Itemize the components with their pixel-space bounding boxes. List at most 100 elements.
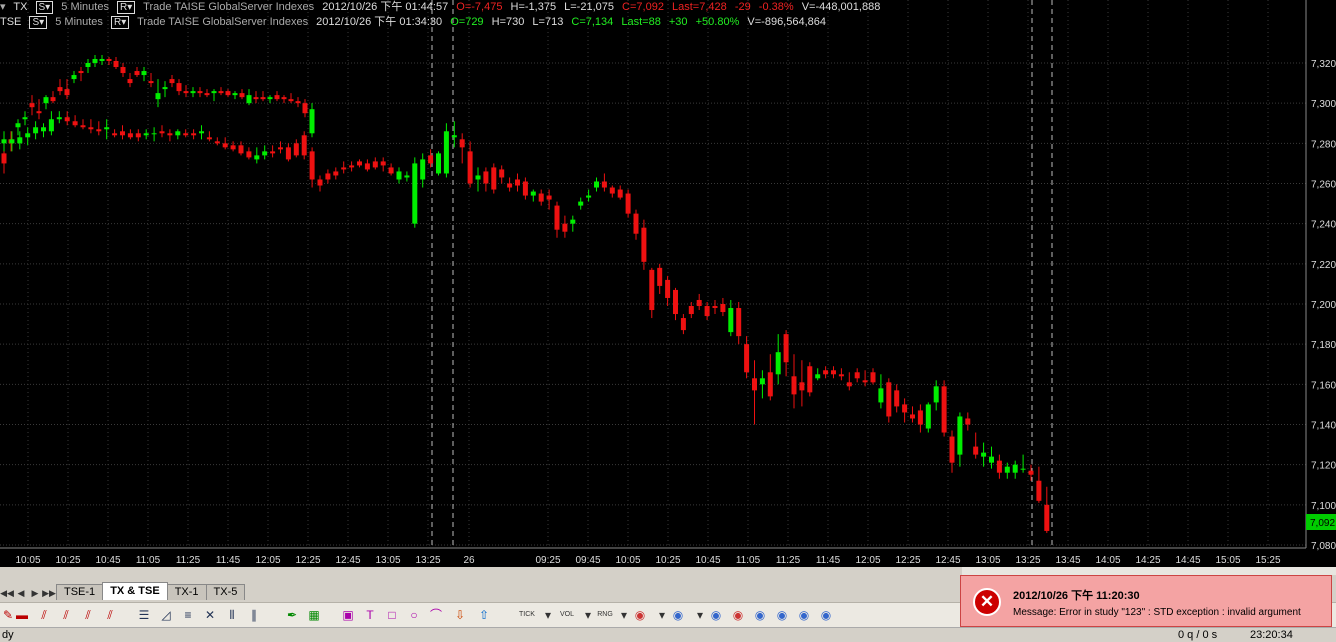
price-chart[interactable]: 7,320 7,300 7,280 7,260 7,240 7,220 7,200 7,180… — [0, 0, 1336, 567]
price-tag: 7,092 — [1306, 514, 1336, 530]
channel-line-icon[interactable]: ⫽ — [36, 607, 52, 623]
ray-lines-icon[interactable]: ⫽ — [102, 607, 118, 623]
y-tick-label: 7,120 — [1311, 461, 1336, 472]
tx-r-button[interactable]: R▾ — [117, 1, 136, 14]
tx-candle — [85, 58, 91, 74]
tx-candle — [162, 81, 168, 98]
tab-tx-and-tse[interactable]: TX & TSE — [102, 582, 168, 600]
tx-candle — [246, 89, 252, 106]
tx-candle — [106, 56, 112, 66]
tse-candle — [1044, 486, 1050, 533]
tx-candle — [302, 99, 308, 118]
chevron-down-icon[interactable]: ▾ — [654, 607, 670, 623]
speed-lines-icon[interactable]: ≡ — [180, 607, 196, 623]
tse-change-pct: +50.80% — [695, 16, 740, 28]
tse-candle — [380, 157, 386, 172]
tab-tx-1[interactable]: TX-1 — [166, 584, 207, 600]
parallel-lines-icon[interactable]: ⫽ — [58, 607, 74, 623]
fan-lines-icon[interactable]: ⫽ — [80, 607, 96, 623]
tse-candle — [609, 185, 615, 198]
text-box-icon[interactable]: ▣ — [340, 607, 356, 623]
chevron-down-icon[interactable]: ▾ — [692, 607, 708, 623]
tx-change-pct: -0.38% — [758, 1, 794, 13]
candle-body — [609, 187, 615, 194]
x-tick-label: 12:25 — [295, 555, 320, 566]
tx-candle — [71, 71, 77, 84]
up-arrow-icon[interactable]: ⇧ — [476, 607, 492, 623]
strategy-icon[interactable]: ◉ — [752, 607, 768, 623]
trend-pen-icon[interactable]: ✒ — [284, 607, 300, 623]
candle-body — [483, 171, 489, 184]
fibonacci-icon[interactable]: ☰ — [136, 607, 152, 623]
y-tick-label: 7,100 — [1311, 501, 1336, 512]
tick-chart-icon[interactable]: TICK — [512, 606, 542, 624]
grid-icon[interactable]: ▦ — [306, 607, 322, 623]
rectangle-icon[interactable]: □ — [384, 607, 400, 623]
x-tick-label: 14:25 — [1135, 555, 1160, 566]
study-icon[interactable]: ◉ — [796, 607, 812, 623]
status-text: dy — [2, 629, 14, 641]
gann-fan-icon[interactable]: ◿ — [158, 607, 174, 623]
data-window-icon[interactable]: ◉ — [708, 607, 724, 623]
globe-icon[interactable]: ◉ — [632, 607, 648, 623]
cycle-lines-icon[interactable]: ⦀ — [224, 607, 240, 623]
zoom-in-icon[interactable]: ◉ — [670, 607, 686, 623]
tse-candle — [420, 153, 426, 188]
tse-r-button[interactable]: R▾ — [111, 16, 130, 29]
x-tick-label: 09:45 — [575, 555, 600, 566]
ellipse-icon[interactable]: ○ — [406, 607, 422, 623]
candle-body — [862, 380, 868, 383]
x-axis: 10:05 10:25 10:45 11:05 11:25 11:45 12:05 12:25… — [0, 547, 1306, 566]
indicator-icon[interactable]: ◉ — [774, 607, 790, 623]
x-tick-label: 26 — [463, 555, 475, 566]
arc-icon[interactable]: ⌒ — [428, 607, 444, 623]
candle-body — [325, 173, 331, 180]
tse-candle — [404, 171, 410, 182]
tse-candle — [341, 161, 347, 174]
tse-candle — [759, 370, 765, 399]
candle-body — [530, 191, 536, 196]
text-icon[interactable]: T — [362, 607, 378, 623]
candle-body — [29, 103, 35, 108]
tse-candle — [823, 366, 829, 379]
tse-candle — [767, 354, 773, 401]
tx-s-button[interactable]: S▾ — [35, 1, 54, 14]
cross-lines-icon[interactable]: ✕ — [202, 607, 218, 623]
collapse-icon[interactable]: ▾ — [0, 1, 6, 13]
tab-tx-5[interactable]: TX-5 — [205, 584, 246, 600]
tse-candle — [151, 127, 157, 142]
candle-body — [64, 117, 70, 122]
tse-change: +30 — [668, 16, 688, 28]
tse-candle — [704, 301, 710, 321]
next-tab-button[interactable]: ▶ — [28, 586, 42, 600]
y-tick-label: 7,240 — [1311, 220, 1336, 231]
tse-candle — [270, 145, 276, 158]
down-arrow-icon[interactable]: ⇩ — [452, 607, 468, 623]
tse-candle — [846, 372, 852, 391]
tse-s-button[interactable]: S▾ — [29, 16, 48, 29]
alert-icon[interactable]: ◉ — [730, 607, 746, 623]
tse-candle — [538, 189, 544, 206]
candle-body — [127, 133, 133, 138]
tse-candle — [475, 167, 481, 192]
tse-candle — [491, 163, 497, 194]
horizontal-line-icon[interactable]: ▬ — [14, 607, 30, 623]
last-tab-button[interactable]: ▶▶ — [42, 586, 56, 600]
tab-tse-1[interactable]: TSE-1 — [56, 584, 104, 600]
tse-candle — [554, 201, 560, 238]
candle-body — [712, 306, 718, 309]
candle-body — [141, 71, 147, 76]
chevron-down-icon[interactable]: ▾ — [616, 607, 632, 623]
search-icon[interactable]: ◉ — [818, 607, 834, 623]
candle-body — [404, 175, 410, 178]
volume-chart-icon[interactable]: VOL — [552, 606, 582, 624]
candle-body — [657, 267, 663, 286]
first-tab-button[interactable]: ◀◀ — [0, 586, 14, 600]
error-notification[interactable]: ✕ 2012/10/26 下午 11:20:30 Message: Error … — [960, 575, 1332, 627]
time-zones-icon[interactable]: ∥ — [246, 607, 262, 623]
tse-candle — [88, 119, 94, 134]
horizontal-scrollbar[interactable] — [962, 567, 1336, 575]
candle-body — [949, 436, 955, 463]
prev-tab-button[interactable]: ◀ — [14, 586, 28, 600]
session-dividers — [431, 0, 1053, 548]
